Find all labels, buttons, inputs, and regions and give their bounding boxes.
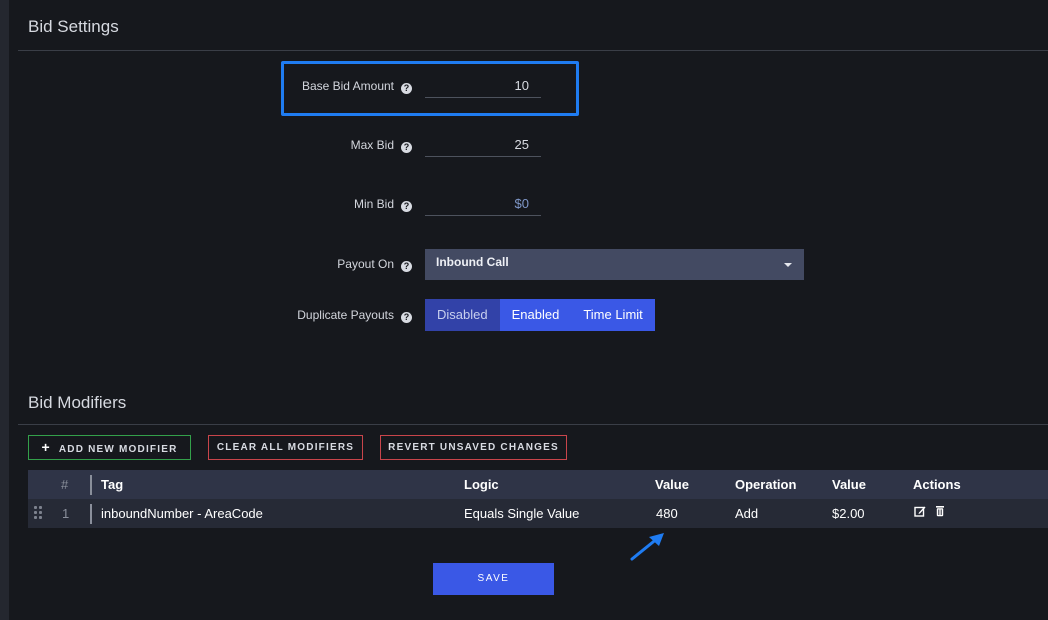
base-bid-label-text: Base Bid Amount	[301, 79, 394, 93]
duplicate-payouts-label: Duplicate Payouts?	[18, 307, 412, 323]
max-bid-label-text: Max Bid	[350, 138, 394, 152]
min-bid-label-text: Min Bid	[353, 197, 394, 211]
base-bid-input[interactable]	[425, 74, 541, 98]
duplicate-payouts-label-text: Duplicate Payouts	[297, 308, 394, 322]
help-icon[interactable]: ?	[401, 312, 412, 323]
min-bid-label: Min Bid?	[18, 196, 412, 212]
row-amount: $2.00	[832, 506, 865, 521]
duplicate-payouts-disabled-button[interactable]: Disabled	[425, 299, 500, 331]
header-amount: Value	[832, 477, 866, 492]
max-bid-input[interactable]	[425, 133, 541, 157]
clear-all-modifiers-button[interactable]: CLEAR ALL MODIFIERS	[208, 435, 363, 460]
payout-on-label: Payout On?	[18, 256, 412, 272]
help-icon[interactable]: ?	[401, 142, 412, 153]
trash-icon[interactable]	[934, 505, 946, 517]
header-tag: Tag	[101, 477, 124, 492]
min-bid-input[interactable]	[425, 192, 541, 216]
duplicate-payouts-enabled-button[interactable]: Enabled	[499, 299, 572, 331]
header-actions: Actions	[913, 477, 961, 492]
table-row: 1 inboundNumber - AreaCode Equals Single…	[28, 499, 1048, 528]
bid-modifiers-divider	[18, 424, 1048, 425]
drag-handle-icon[interactable]	[34, 506, 43, 520]
edit-icon[interactable]	[914, 505, 926, 517]
plus-icon: +	[41, 439, 51, 455]
left-sidebar-strip	[0, 0, 9, 620]
save-button[interactable]: SAVE	[433, 563, 554, 595]
row-tag: inboundNumber - AreaCode	[101, 506, 263, 521]
modifiers-table-header: # Tag Logic Value Operation Value Action…	[28, 470, 1048, 499]
row-value: 480	[656, 506, 678, 521]
row-logic: Equals Single Value	[464, 506, 580, 521]
header-index: #	[61, 477, 69, 492]
add-new-modifier-label: ADD NEW MODIFIER	[58, 444, 178, 455]
header-logic: Logic	[464, 477, 499, 492]
revert-unsaved-changes-button[interactable]: REVERT UNSAVED CHANGES	[380, 435, 567, 460]
chevron-down-icon	[784, 263, 792, 267]
add-new-modifier-button[interactable]: + ADD NEW MODIFIER	[28, 435, 191, 460]
row-index: 1	[62, 506, 70, 521]
payout-on-label-text: Payout On	[337, 257, 394, 271]
max-bid-label: Max Bid?	[18, 137, 412, 153]
column-separator	[90, 504, 92, 524]
help-icon[interactable]: ?	[401, 83, 412, 94]
header-value: Value	[655, 477, 689, 492]
duplicate-payouts-toggle: Disabled Enabled Time Limit	[425, 299, 655, 331]
duplicate-payouts-time-limit-button[interactable]: Time Limit	[571, 299, 655, 331]
header-operation: Operation	[735, 477, 797, 492]
bid-modifiers-title: Bid Modifiers	[28, 393, 127, 412]
base-bid-label: Base Bid Amount?	[18, 78, 412, 94]
column-separator	[90, 475, 92, 495]
row-operation: Add	[735, 506, 759, 521]
bid-settings-title: Bid Settings	[28, 17, 119, 36]
arrow-annotation-icon	[630, 533, 664, 561]
help-icon[interactable]: ?	[401, 201, 412, 212]
bid-settings-divider	[18, 50, 1048, 51]
payout-on-selected-value: Inbound Call	[436, 255, 509, 269]
help-icon[interactable]: ?	[401, 261, 412, 272]
payout-on-select[interactable]: Inbound Call	[425, 249, 804, 280]
